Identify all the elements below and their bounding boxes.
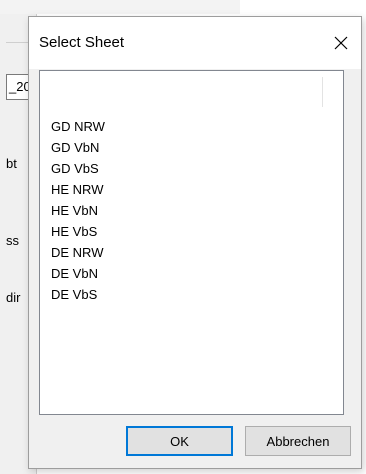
ok-button[interactable]: OK: [126, 426, 233, 456]
list-separator: [322, 77, 323, 107]
sheet-listbox[interactable]: GD NRW GD VbN GD VbS HE NRW HE VbN HE Vb…: [39, 70, 344, 415]
list-item[interactable]: DE NRW: [51, 242, 105, 263]
list-item[interactable]: HE VbS: [51, 221, 105, 242]
list-item-blank[interactable]: [41, 72, 321, 92]
list-item[interactable]: DE VbS: [51, 284, 105, 305]
list-item[interactable]: DE VbN: [51, 263, 105, 284]
list-item[interactable]: HE NRW: [51, 179, 105, 200]
list-item[interactable]: GD NRW: [51, 116, 105, 137]
list-item[interactable]: GD VbS: [51, 158, 105, 179]
close-button[interactable]: [321, 27, 361, 63]
list-item[interactable]: GD VbN: [51, 137, 105, 158]
sheet-list: GD NRW GD VbN GD VbS HE NRW HE VbN HE Vb…: [51, 116, 105, 305]
list-item[interactable]: HE VbN: [51, 200, 105, 221]
close-icon: [334, 36, 348, 55]
cancel-button[interactable]: Abbrechen: [245, 426, 351, 456]
select-sheet-dialog: Select Sheet GD NRW GD VbN GD VbS HE NRW…: [28, 16, 362, 469]
dialog-titlebar[interactable]: Select Sheet: [29, 17, 361, 69]
background-window-topbar: [0, 0, 240, 14]
dialog-title: Select Sheet: [39, 34, 125, 51]
